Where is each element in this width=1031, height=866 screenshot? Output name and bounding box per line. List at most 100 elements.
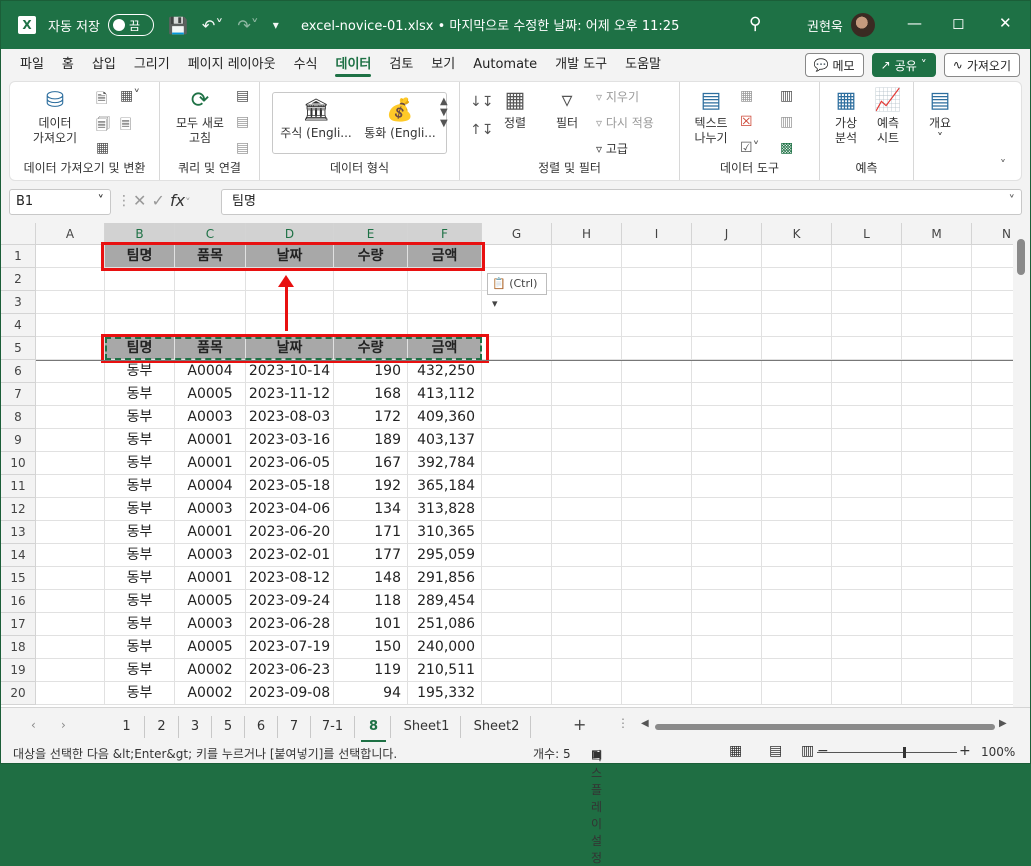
grid-cell[interactable]: A0003 [175, 613, 246, 636]
collapse-ribbon-icon[interactable]: ˅ [1000, 158, 1006, 172]
tab-help[interactable]: 도움말 [616, 49, 670, 81]
formula-input[interactable]: 팀명 ˅ [221, 189, 1022, 215]
grid-cell[interactable]: 101 [334, 613, 408, 636]
zoom-slider[interactable] [817, 752, 957, 753]
name-box[interactable]: B1 ˅ [9, 189, 111, 215]
grid-cell[interactable] [902, 682, 972, 705]
grid-cell[interactable] [762, 521, 832, 544]
grid-cell[interactable] [692, 590, 762, 613]
page-break-view-icon[interactable]: ▥ [801, 743, 814, 759]
grid-cell[interactable]: 2023-06-20 [246, 521, 334, 544]
grid-cell[interactable] [692, 337, 762, 360]
flash-fill-icon[interactable]: ▦ [740, 88, 753, 104]
clear-button[interactable]: ▿ 지우기 [596, 88, 639, 105]
grid-cell[interactable] [902, 475, 972, 498]
row-header[interactable]: 14 [1, 544, 36, 567]
grid-cell[interactable]: A0003 [175, 406, 246, 429]
redo-icon[interactable]: ↷˅ [237, 16, 258, 35]
sort-asc-icon[interactable]: ↓↧ [470, 94, 493, 110]
scroll-tabs-right-icon[interactable]: › [61, 718, 66, 732]
insert-function-icon[interactable]: fx [170, 191, 185, 210]
grid-cell[interactable] [622, 475, 692, 498]
sheet-tab[interactable]: 7-1 [311, 716, 355, 738]
expand-formula-icon[interactable]: ˅ [1009, 190, 1016, 214]
grid-cell[interactable] [832, 544, 902, 567]
grid-cell[interactable]: 동부 [105, 383, 175, 406]
grid-cell[interactable]: 2023-09-24 [246, 590, 334, 613]
grid-cell[interactable]: 313,828 [408, 498, 482, 521]
grid-cell[interactable]: 2023-02-01 [246, 544, 334, 567]
grid-cell[interactable]: 413,112 [408, 383, 482, 406]
consolidate-icon[interactable]: ▥ [780, 88, 793, 104]
grid-cell[interactable] [762, 498, 832, 521]
get-data-button[interactable]: ⛁ 데이터 가져오기 [20, 88, 90, 146]
from-web-icon[interactable]: 🗐 [96, 114, 110, 138]
grid-cell[interactable] [408, 268, 482, 291]
grid-cell[interactable]: A0001 [175, 567, 246, 590]
customize-quick-access-icon[interactable]: ▾ [273, 18, 279, 32]
grid-cell[interactable]: 동부 [105, 452, 175, 475]
grid-cell[interactable] [692, 383, 762, 406]
grid-cell[interactable] [552, 245, 622, 268]
grid-cell[interactable] [692, 429, 762, 452]
grid-cell[interactable] [902, 544, 972, 567]
maximize-icon[interactable]: ◻ [952, 14, 964, 32]
grid-cell[interactable]: 432,250 [408, 360, 482, 383]
text-to-columns-button[interactable]: ▤ 텍스트 나누기 [686, 88, 736, 146]
undo-icon[interactable]: ↶˅ [202, 16, 223, 35]
grid-cell[interactable] [762, 429, 832, 452]
grid-cell[interactable] [552, 521, 622, 544]
grid-cell[interactable]: 동부 [105, 498, 175, 521]
grid-cell[interactable] [902, 452, 972, 475]
zoom-out-icon[interactable]: − [817, 743, 829, 759]
grid-cell[interactable]: 289,454 [408, 590, 482, 613]
grid-cell[interactable] [334, 291, 408, 314]
grid-cell[interactable]: 310,365 [408, 521, 482, 544]
grid-cell[interactable] [36, 636, 105, 659]
grid-cell[interactable]: 189 [334, 429, 408, 452]
from-text-icon[interactable]: 🗎 [96, 88, 107, 112]
grid-cell[interactable]: 동부 [105, 429, 175, 452]
grid-cell[interactable] [36, 613, 105, 636]
grid-cell[interactable] [36, 337, 105, 360]
column-header[interactable]: G [482, 223, 552, 245]
select-all-corner[interactable] [1, 223, 36, 245]
column-header[interactable]: K [762, 223, 832, 245]
grid-cell[interactable] [762, 659, 832, 682]
grid-cell[interactable]: 동부 [105, 567, 175, 590]
grid-cell[interactable] [762, 337, 832, 360]
grid-cell[interactable] [552, 636, 622, 659]
more-icon[interactable]: ⋮ [117, 193, 131, 209]
grid-cell[interactable] [692, 314, 762, 337]
grid-cell[interactable]: A0004 [175, 475, 246, 498]
grid-cell[interactable] [762, 245, 832, 268]
grid-cell[interactable] [902, 360, 972, 383]
grid-cell[interactable] [36, 360, 105, 383]
grid-cell[interactable] [902, 498, 972, 521]
tab-developer[interactable]: 개발 도구 [546, 49, 616, 81]
grid-cell[interactable]: A0003 [175, 498, 246, 521]
grid-cell[interactable] [482, 452, 552, 475]
sheet-tab[interactable]: 2 [145, 716, 179, 738]
zoom-in-icon[interactable]: + [959, 743, 971, 759]
sheet-tab[interactable]: 7 [278, 716, 311, 738]
vertical-scroll-thumb[interactable] [1017, 239, 1025, 275]
grid-cell[interactable] [832, 475, 902, 498]
grid-cell[interactable]: 2023-08-12 [246, 567, 334, 590]
sheet-tab[interactable]: 6 [245, 716, 278, 738]
grid-cell[interactable] [762, 590, 832, 613]
grid-cell[interactable] [482, 475, 552, 498]
sort-desc-icon[interactable]: ↑↧ [470, 122, 493, 138]
grid-cell[interactable] [482, 590, 552, 613]
grid-cell[interactable] [832, 590, 902, 613]
grid-cell[interactable] [622, 498, 692, 521]
grid-cell[interactable] [552, 590, 622, 613]
minimize-icon[interactable]: — [907, 14, 922, 32]
grid-cell[interactable] [175, 268, 246, 291]
grid-cell[interactable]: 240,000 [408, 636, 482, 659]
grid-cell[interactable] [36, 521, 105, 544]
grid-cell[interactable] [408, 291, 482, 314]
grid-cell[interactable] [762, 360, 832, 383]
close-icon[interactable]: ✕ [999, 14, 1012, 32]
grid-cell[interactable]: 2023-06-28 [246, 613, 334, 636]
